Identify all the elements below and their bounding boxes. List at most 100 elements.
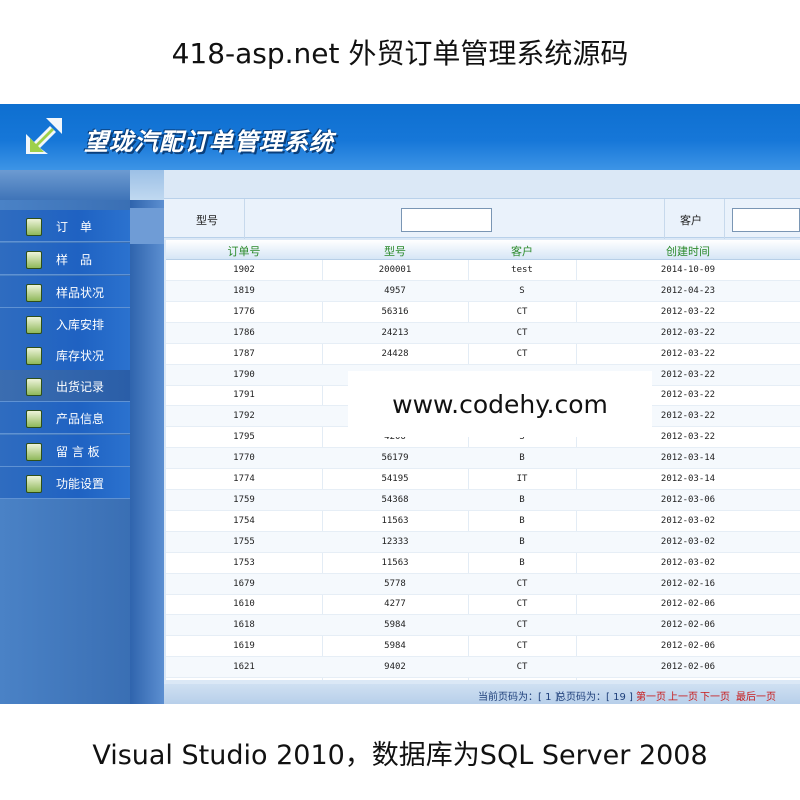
total-pages: 总页码为：[ 19 ]	[556, 692, 633, 703]
table-cell: 1753	[233, 557, 255, 568]
table-cell: 2012-02-06	[660, 662, 716, 673]
table-cell: CT	[516, 348, 528, 359]
table-cell: 4277	[384, 599, 406, 610]
table-cell: 2012-03-02	[660, 536, 716, 547]
splitter-handle	[130, 208, 164, 244]
document-icon	[26, 251, 42, 269]
sidebar: 订 单 样 品 样品状况 入库安排 库存状况 出货记录 产品信息 留 言 板 功…	[0, 200, 130, 704]
table-cell: CT	[516, 641, 528, 652]
divider	[244, 199, 245, 239]
table-cell: 1755	[233, 536, 255, 547]
table-cell: 2012-03-14	[660, 474, 716, 484]
table-cell: 2012-03-22	[660, 306, 716, 317]
table-cell: 2012-03-22	[660, 327, 716, 338]
sidebar-item-samples[interactable]: 样 品	[0, 243, 130, 275]
table-cell: 11563	[381, 557, 409, 568]
table-cell: B	[519, 494, 525, 505]
pager: 当前页码为：[ 1 ] 总页码为：[ 19 ] 第一页 上一页 下一页 最后一页	[164, 684, 800, 704]
sidebar-item-orders[interactable]: 订 单	[0, 210, 130, 242]
column-header-model[interactable]: 型号	[322, 243, 468, 259]
table-cell: B	[519, 536, 525, 547]
table-cell: 2012-03-14	[660, 453, 716, 464]
table-cell: 56179	[381, 453, 409, 464]
table-row[interactable]: 1774 54195 IT 2012-03-14	[166, 469, 800, 490]
table-cell: CT	[516, 306, 528, 317]
table-row[interactable]: 1770 56179 B 2012-03-14	[166, 448, 800, 470]
table-cell: 2012-03-02	[660, 557, 716, 568]
sidebar-item-label: 入库安排	[56, 318, 105, 332]
table-cell: 4957	[384, 285, 406, 296]
table-cell: 54368	[381, 494, 409, 505]
column-header-order-no[interactable]: 订单号	[166, 243, 322, 259]
table-cell: 1791	[233, 390, 255, 401]
table-cell: 11563	[381, 515, 409, 526]
sidebar-item-inventory[interactable]: 库存状况	[0, 339, 130, 371]
table-row[interactable]: 1759 54368 B 2012-03-06	[166, 489, 800, 511]
board-icon	[26, 443, 42, 461]
table-row[interactable]: 1610 4277 CT 2012-02-06	[166, 594, 800, 616]
table-cell: B	[519, 515, 525, 526]
table-row[interactable]: 1679 5778 CT 2012-02-16	[166, 573, 800, 595]
table-cell: 12333	[381, 536, 409, 547]
table-cell: 2012-02-06	[660, 599, 716, 610]
table-header: 订单号 型号 客户 创建时间	[166, 240, 800, 260]
table-cell: 2012-04-23	[660, 285, 716, 296]
table-cell: 200001	[378, 265, 412, 275]
model-label: 型号	[196, 214, 218, 227]
table-row[interactable]: 1753 11563 B 2012-03-02	[166, 553, 800, 574]
table-cell: 2012-03-06	[660, 494, 716, 505]
sidebar-item-shipments[interactable]: 出货记录	[0, 370, 130, 402]
sidebar-item-products[interactable]: 产品信息	[0, 402, 130, 434]
table-cell: 5984	[384, 641, 406, 652]
sidebar-splitter[interactable]	[130, 200, 164, 704]
sidebar-item-label: 功能设置	[56, 477, 105, 491]
sidebar-item-settings[interactable]: 功能设置	[0, 467, 130, 499]
sidebar-item-label: 产品信息	[56, 412, 105, 426]
next-page-link[interactable]: 下一页	[700, 688, 730, 703]
orders-table: 订单号 型号 客户 创建时间 1902 200001 test 2014-10-09 1…	[166, 240, 800, 680]
table-cell: 2012-03-02	[660, 515, 716, 526]
edit-icon	[26, 218, 42, 236]
top-caption: 418-asp.net 外贸订单管理系统源码	[0, 0, 800, 104]
model-input[interactable]	[401, 208, 492, 232]
table-row[interactable]: 1618 5984 CT 2012-02-06	[166, 615, 800, 637]
customer-label: 客户	[680, 214, 702, 227]
sidebar-item-message-board[interactable]: 留 言 板	[0, 435, 130, 467]
customer-input[interactable]	[732, 208, 800, 232]
table-row[interactable]: 1776 56316 CT 2012-03-22	[166, 302, 800, 323]
sidebar-item-stock-in[interactable]: 入库安排	[0, 308, 130, 340]
table-cell: 1790	[233, 369, 255, 380]
table-cell: 9402	[384, 662, 406, 673]
first-page-link[interactable]: 第一页	[636, 688, 666, 703]
sidebar-item-label: 库存状况	[56, 349, 105, 363]
table-row[interactable]: 1786 24213 CT 2012-03-22	[166, 322, 800, 344]
column-header-customer[interactable]: 客户	[468, 243, 576, 259]
prev-page-link[interactable]: 上一页	[668, 688, 698, 703]
table-row[interactable]: 1787 24428 CT 2012-03-22	[166, 344, 800, 365]
bottom-caption: Visual Studio 2010，数据库为SQL Server 2008	[0, 704, 800, 800]
sidebar-item-label: 订 单	[56, 220, 93, 234]
last-page-link[interactable]: 最后一页	[736, 688, 776, 703]
table-cell: 2012-02-16	[660, 578, 716, 589]
column-header-created[interactable]: 创建时间	[576, 243, 800, 259]
table-row[interactable]: 1755 12333 B 2012-03-02	[166, 531, 800, 553]
search-bar: 型号 客户	[164, 198, 800, 239]
table-row[interactable]: 1621 9402 CT 2012-02-06	[166, 657, 800, 679]
sidebar-item-label: 样 品	[56, 253, 93, 267]
watermark: www.codehy.com	[348, 371, 652, 437]
table-row[interactable]: 1754 11563 B 2012-03-02	[166, 511, 800, 532]
sidebar-header	[0, 170, 130, 200]
table-row[interactable]: 1619 5984 CT 2012-02-06	[166, 636, 800, 658]
table-cell: test	[511, 265, 533, 275]
divider	[664, 199, 665, 239]
table-cell: 2012-03-22	[660, 348, 716, 359]
table-row[interactable]: 1819 4957 S 2012-04-23	[166, 280, 800, 302]
table-cell: 1759	[233, 494, 255, 505]
sidebar-item-label: 出货记录	[56, 380, 105, 394]
table-row[interactable]: 1902 200001 test 2014-10-09	[166, 260, 800, 281]
notepad-icon	[26, 316, 42, 334]
sidebar-item-sample-status[interactable]: 样品状况	[0, 276, 130, 308]
sidebar-item-label: 样品状况	[56, 286, 105, 300]
divider	[724, 199, 725, 239]
table-cell: 2014-10-09	[660, 265, 716, 275]
